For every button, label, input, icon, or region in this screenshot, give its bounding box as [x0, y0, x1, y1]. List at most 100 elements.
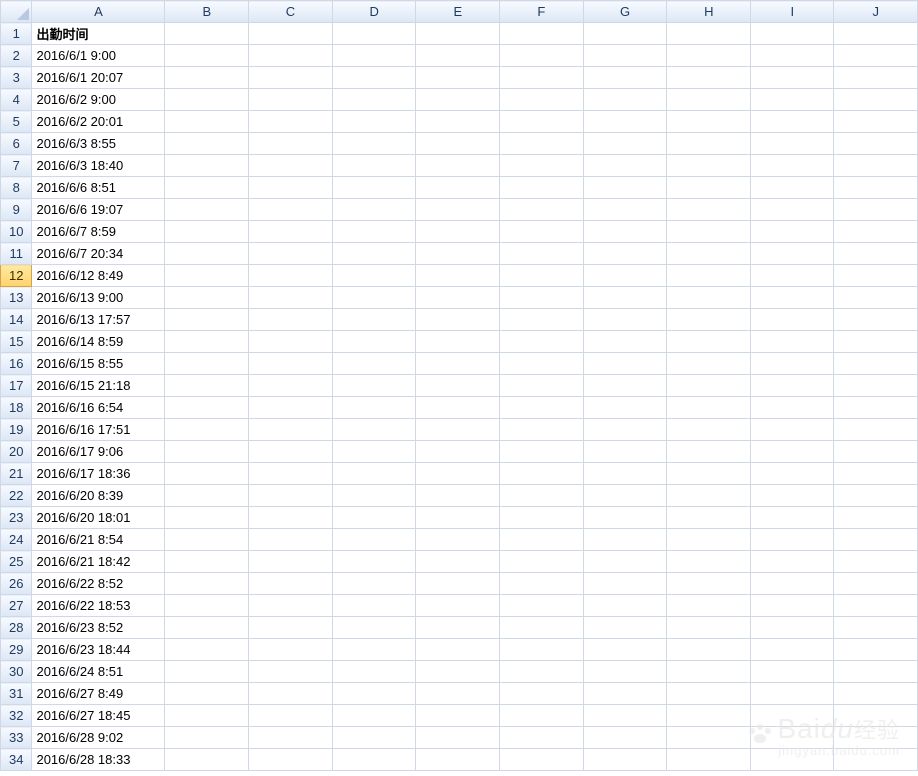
- cell-G16[interactable]: [583, 353, 667, 375]
- cell-C6[interactable]: [249, 133, 333, 155]
- cell-J5[interactable]: [834, 111, 918, 133]
- cell-J32[interactable]: [834, 705, 918, 727]
- cell-C22[interactable]: [249, 485, 333, 507]
- cell-I19[interactable]: [751, 419, 834, 441]
- cell-F20[interactable]: [500, 441, 584, 463]
- cell-E12[interactable]: [416, 265, 500, 287]
- cell-B20[interactable]: [165, 441, 249, 463]
- cell-C7[interactable]: [249, 155, 333, 177]
- cell-J18[interactable]: [834, 397, 918, 419]
- cell-F10[interactable]: [500, 221, 584, 243]
- cell-F4[interactable]: [500, 89, 584, 111]
- cell-H9[interactable]: [667, 199, 751, 221]
- cell-J9[interactable]: [834, 199, 918, 221]
- row-header-13[interactable]: 13: [1, 287, 32, 309]
- cell-I2[interactable]: [751, 45, 834, 67]
- cell-G4[interactable]: [583, 89, 667, 111]
- cell-H12[interactable]: [667, 265, 751, 287]
- cell-G12[interactable]: [583, 265, 667, 287]
- cell-H18[interactable]: [667, 397, 751, 419]
- cell-A17[interactable]: 2016/6/15 21:18: [32, 375, 165, 397]
- cell-G26[interactable]: [583, 573, 667, 595]
- cell-C13[interactable]: [249, 287, 333, 309]
- cell-F14[interactable]: [500, 309, 584, 331]
- row-header-22[interactable]: 22: [1, 485, 32, 507]
- cell-A26[interactable]: 2016/6/22 8:52: [32, 573, 165, 595]
- cell-I18[interactable]: [751, 397, 834, 419]
- cell-J17[interactable]: [834, 375, 918, 397]
- column-header-G[interactable]: G: [583, 1, 667, 23]
- cell-F17[interactable]: [500, 375, 584, 397]
- row-header-3[interactable]: 3: [1, 67, 32, 89]
- cell-E14[interactable]: [416, 309, 500, 331]
- cell-F16[interactable]: [500, 353, 584, 375]
- row-header-29[interactable]: 29: [1, 639, 32, 661]
- cell-G28[interactable]: [583, 617, 667, 639]
- row-header-11[interactable]: 11: [1, 243, 32, 265]
- cell-F30[interactable]: [500, 661, 584, 683]
- cell-I20[interactable]: [751, 441, 834, 463]
- row-header-7[interactable]: 7: [1, 155, 32, 177]
- cell-A7[interactable]: 2016/6/3 18:40: [32, 155, 165, 177]
- cell-C20[interactable]: [249, 441, 333, 463]
- cell-D12[interactable]: [332, 265, 416, 287]
- cell-E11[interactable]: [416, 243, 500, 265]
- cell-A28[interactable]: 2016/6/23 8:52: [32, 617, 165, 639]
- cell-H4[interactable]: [667, 89, 751, 111]
- cell-I27[interactable]: [751, 595, 834, 617]
- cell-H31[interactable]: [667, 683, 751, 705]
- cell-G8[interactable]: [583, 177, 667, 199]
- cell-G10[interactable]: [583, 221, 667, 243]
- cell-B13[interactable]: [165, 287, 249, 309]
- cell-I10[interactable]: [751, 221, 834, 243]
- cell-G19[interactable]: [583, 419, 667, 441]
- row-header-28[interactable]: 28: [1, 617, 32, 639]
- cell-A25[interactable]: 2016/6/21 18:42: [32, 551, 165, 573]
- cell-I32[interactable]: [751, 705, 834, 727]
- cell-D33[interactable]: [332, 727, 416, 749]
- cell-A12[interactable]: 2016/6/12 8:49: [32, 265, 165, 287]
- row-header-19[interactable]: 19: [1, 419, 32, 441]
- row-header-1[interactable]: 1: [1, 23, 32, 45]
- cell-G14[interactable]: [583, 309, 667, 331]
- cell-E20[interactable]: [416, 441, 500, 463]
- cell-H33[interactable]: [667, 727, 751, 749]
- row-header-27[interactable]: 27: [1, 595, 32, 617]
- cell-A29[interactable]: 2016/6/23 18:44: [32, 639, 165, 661]
- cell-B6[interactable]: [165, 133, 249, 155]
- cell-I30[interactable]: [751, 661, 834, 683]
- cell-A23[interactable]: 2016/6/20 18:01: [32, 507, 165, 529]
- cell-D2[interactable]: [332, 45, 416, 67]
- cell-E8[interactable]: [416, 177, 500, 199]
- cell-C25[interactable]: [249, 551, 333, 573]
- cell-H23[interactable]: [667, 507, 751, 529]
- row-header-10[interactable]: 10: [1, 221, 32, 243]
- cell-B9[interactable]: [165, 199, 249, 221]
- cell-J30[interactable]: [834, 661, 918, 683]
- cell-H16[interactable]: [667, 353, 751, 375]
- cell-B28[interactable]: [165, 617, 249, 639]
- cell-I11[interactable]: [751, 243, 834, 265]
- cell-F27[interactable]: [500, 595, 584, 617]
- cell-C14[interactable]: [249, 309, 333, 331]
- cell-A18[interactable]: 2016/6/16 6:54: [32, 397, 165, 419]
- cell-E26[interactable]: [416, 573, 500, 595]
- column-header-F[interactable]: F: [500, 1, 584, 23]
- cell-G31[interactable]: [583, 683, 667, 705]
- cell-I15[interactable]: [751, 331, 834, 353]
- cell-A15[interactable]: 2016/6/14 8:59: [32, 331, 165, 353]
- cell-D24[interactable]: [332, 529, 416, 551]
- cell-I33[interactable]: [751, 727, 834, 749]
- cell-A21[interactable]: 2016/6/17 18:36: [32, 463, 165, 485]
- cell-D17[interactable]: [332, 375, 416, 397]
- cell-H2[interactable]: [667, 45, 751, 67]
- cell-I26[interactable]: [751, 573, 834, 595]
- cell-J34[interactable]: [834, 749, 918, 771]
- cell-B25[interactable]: [165, 551, 249, 573]
- row-header-4[interactable]: 4: [1, 89, 32, 111]
- cell-F31[interactable]: [500, 683, 584, 705]
- cell-J25[interactable]: [834, 551, 918, 573]
- cell-C17[interactable]: [249, 375, 333, 397]
- column-header-B[interactable]: B: [165, 1, 249, 23]
- cell-J11[interactable]: [834, 243, 918, 265]
